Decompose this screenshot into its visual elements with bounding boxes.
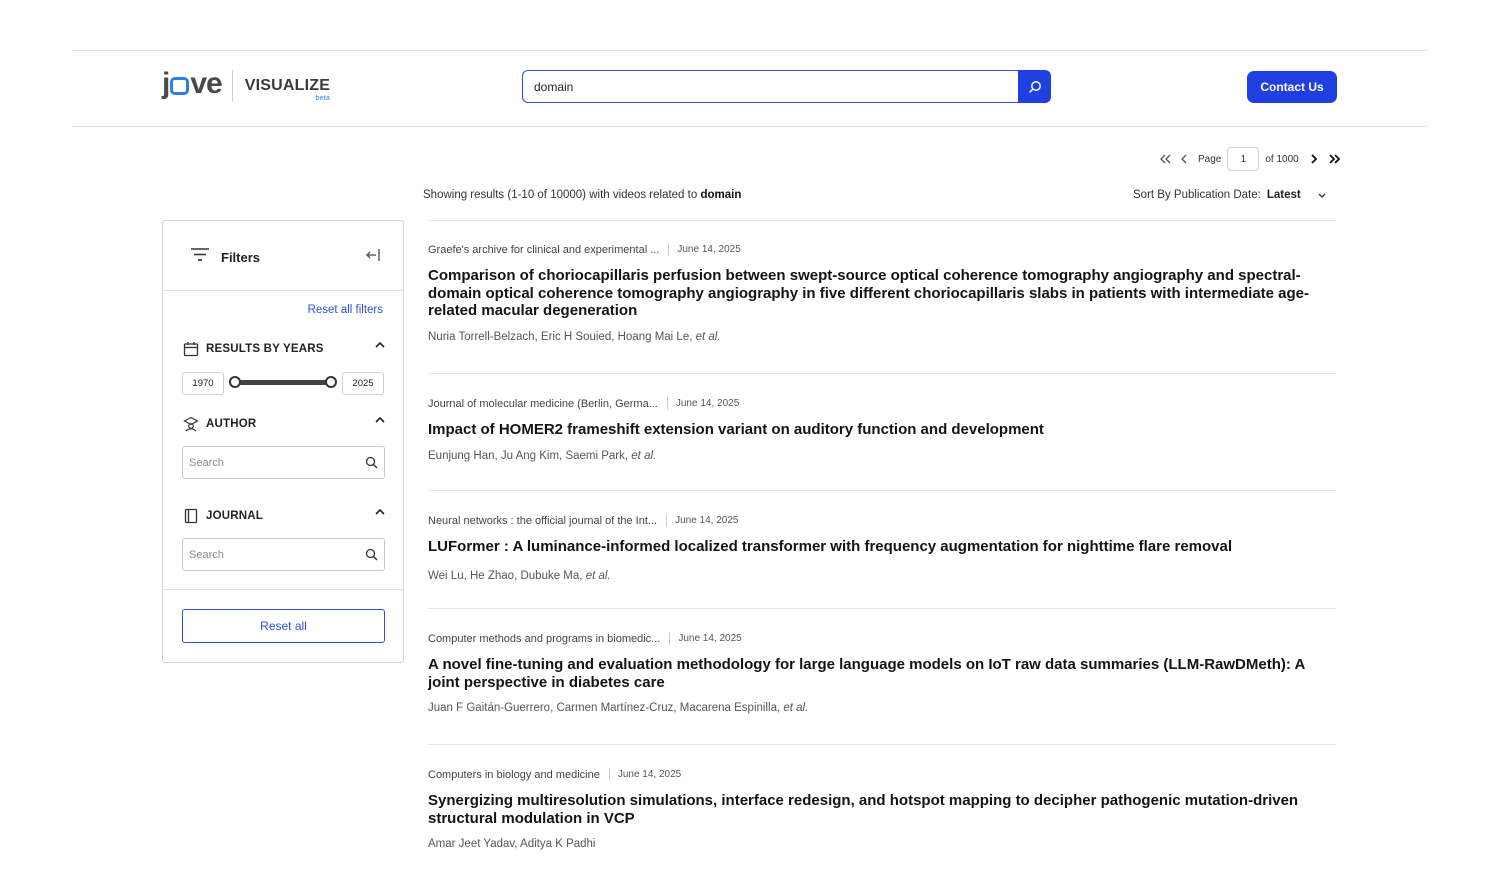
search-input[interactable]	[522, 70, 1018, 103]
result-title[interactable]: LUFormer : A luminance-informed localize…	[428, 538, 1336, 556]
result-date: June 14, 2025	[675, 398, 740, 409]
result-item: Neural networks : the official journal o…	[428, 491, 1336, 609]
jove-wordmark: j ve	[162, 67, 223, 100]
author-icon	[183, 416, 199, 432]
journal-icon	[184, 508, 198, 524]
page-total: of 1000	[1265, 153, 1299, 165]
meta-separator	[608, 768, 610, 781]
years-section-title: RESULTS BY YEARS	[183, 341, 324, 357]
search-icon	[1028, 80, 1041, 93]
search-icon	[365, 456, 378, 469]
pagination: Page 1 of 1000	[1158, 147, 1342, 171]
chevron-up-icon	[375, 341, 385, 348]
result-authors: Wei Lu, He Zhao, Dubuke Ma, et al.	[428, 569, 611, 582]
beta-badge: beta	[315, 95, 331, 102]
result-authors: Juan F Gaitán-Guerrero, Carmen Martínez-…	[428, 702, 809, 714]
result-item: Journal of molecular medicine (Berlin, G…	[428, 374, 1336, 491]
result-date: June 14, 2025	[617, 769, 682, 780]
result-authors: Amar Jeet Yadav, Aditya K Padhi	[428, 838, 596, 850]
sort-dropdown[interactable]: Sort By Publication Date: Latest	[1133, 189, 1327, 201]
meta-separator	[669, 632, 671, 645]
year-range-track[interactable]	[235, 380, 331, 385]
filters-title: Filters	[221, 250, 261, 265]
result-journal[interactable]: Journal of molecular medicine (Berlin, G…	[428, 398, 658, 410]
result-meta: Journal of molecular medicine (Berlin, G…	[428, 397, 1336, 410]
years-collapse-toggle[interactable]	[374, 341, 386, 349]
search-query: domain	[700, 189, 742, 201]
author-search	[182, 446, 385, 479]
contact-us-button[interactable]: Contact Us	[1247, 71, 1337, 103]
result-meta: Neural networks : the official journal o…	[428, 514, 1336, 527]
result-journal[interactable]: Computers in biology and medicine	[428, 769, 600, 781]
filters-header: Filters	[163, 221, 403, 291]
chevron-up-icon	[375, 416, 385, 423]
journal-search	[182, 538, 385, 571]
result-authors: Nuria Torrell-Belzach, Eric H Souied, Ho…	[428, 330, 721, 343]
result-title[interactable]: Comparison of choriocapillaris perfusion…	[428, 267, 1336, 320]
meta-separator	[666, 514, 668, 527]
result-meta: Graefe's archive for clinical and experi…	[428, 243, 1336, 256]
chevron-down-icon	[1318, 193, 1326, 198]
journal-collapse-toggle[interactable]	[374, 508, 386, 516]
result-meta: Computer methods and programs in biomedi…	[428, 632, 1336, 645]
double-chevron-right-icon	[1329, 154, 1341, 164]
product-name: VISUALIZE beta	[244, 77, 331, 102]
double-chevron-left-icon	[1159, 154, 1170, 164]
chevron-left-icon	[1181, 154, 1187, 164]
result-title[interactable]: Impact of HOMER2 frameshift extension va…	[428, 421, 1336, 439]
logo[interactable]: j ve VISUALIZE beta	[162, 69, 330, 103]
search-bar	[522, 70, 1051, 103]
results-summary: Showing results (1-10 of 10000) with vid…	[423, 189, 742, 201]
filter-icon	[191, 248, 209, 261]
site-header: jve VISUALIZEbeta Contact Us	[72, 51, 1428, 127]
sort-label: Sort By Publication Date:	[1133, 189, 1261, 201]
year-min-input[interactable]: 1970	[182, 372, 224, 395]
result-authors: Eunjung Han, Ju Ang Kim, Saemi Park, et …	[428, 449, 657, 462]
result-date: June 14, 2025	[678, 633, 742, 644]
result-title[interactable]: A novel fine-tuning and evaluation metho…	[428, 656, 1336, 691]
sort-value: Latest	[1266, 189, 1301, 201]
author-collapse-toggle[interactable]	[374, 416, 386, 424]
result-item: Computers in biology and medicine June 1…	[428, 745, 1336, 850]
result-date: June 14, 2025	[675, 515, 739, 526]
meta-separator	[666, 397, 668, 410]
result-journal[interactable]: Computer methods and programs in biomedi…	[428, 633, 660, 645]
jove-logo-o	[170, 77, 190, 95]
chevron-right-icon	[1311, 154, 1318, 164]
result-meta: Computers in biology and medicine June 1…	[428, 768, 1336, 781]
year-max-input[interactable]: 2025	[342, 372, 384, 395]
search-button[interactable]	[1018, 70, 1051, 103]
logo-separator	[231, 70, 233, 102]
first-page-button[interactable]	[1158, 152, 1172, 166]
prev-page-button[interactable]	[1177, 152, 1191, 166]
result-item: Computer methods and programs in biomedi…	[428, 609, 1336, 745]
result-journal[interactable]: Neural networks : the official journal o…	[428, 515, 657, 527]
page-label: Page	[1198, 153, 1222, 165]
journal-search-input[interactable]	[183, 539, 384, 570]
result-journal[interactable]: Graefe's archive for clinical and experi…	[428, 244, 659, 256]
result-item: Graefe's archive for clinical and experi…	[428, 221, 1336, 374]
author-search-input[interactable]	[183, 447, 384, 478]
page-number-input[interactable]: 1	[1227, 147, 1260, 171]
reset-all-button[interactable]: Reset all	[182, 609, 385, 643]
collapse-panel-icon[interactable]	[365, 247, 381, 263]
year-min-handle[interactable]	[229, 376, 241, 388]
calendar-icon	[183, 342, 199, 357]
filters-divider	[163, 589, 403, 590]
author-section-title: AUTHOR	[183, 416, 256, 432]
year-max-handle[interactable]	[325, 376, 337, 388]
result-title[interactable]: Synergizing multiresolution simulations,…	[428, 792, 1336, 827]
next-page-button[interactable]	[1307, 152, 1321, 166]
journal-section-title: JOURNAL	[183, 508, 263, 524]
search-icon	[365, 548, 378, 561]
chevron-up-icon	[375, 508, 385, 515]
results-list: Graefe's archive for clinical and experi…	[428, 220, 1336, 850]
result-date: June 14, 2025	[677, 244, 741, 255]
filters-panel: Filters Reset all filters RESULTS BY YEA…	[162, 220, 404, 663]
meta-separator	[668, 243, 670, 256]
reset-all-filters-link[interactable]: Reset all filters	[308, 304, 383, 316]
last-page-button[interactable]	[1328, 152, 1342, 166]
